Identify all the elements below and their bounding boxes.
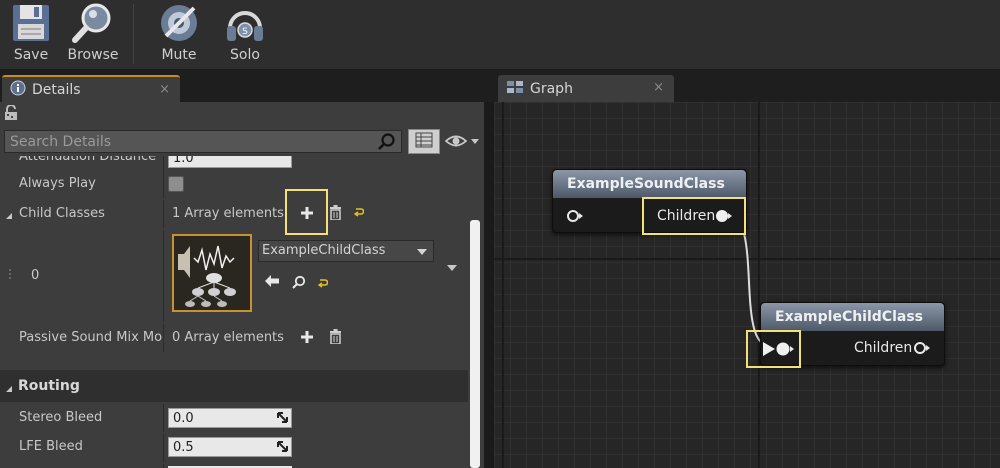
stereo-bleed-field[interactable]: 0.0 [168, 408, 292, 428]
search-icon[interactable] [378, 133, 396, 154]
property-row-attenuation: Attenuation Distance Sc 1.0 [0, 156, 468, 170]
browse-button[interactable]: Browse [62, 0, 124, 68]
mute-label: Mute [161, 47, 197, 63]
tab-details[interactable]: Details × [2, 75, 180, 102]
graph-canvas[interactable]: ExampleSoundClass Children ExampleChildC… [494, 102, 1000, 468]
sound-class-thumbnail[interactable] [172, 234, 252, 312]
search-input[interactable]: Search Details [4, 130, 402, 153]
output-pin-icon[interactable] [913, 341, 931, 358]
eye-icon[interactable] [444, 132, 481, 153]
stereo-bleed-name: Stereo Bleed [19, 410, 103, 425]
property-row-always-play: Always Play [0, 170, 468, 198]
details-tabstrip: Details × [0, 70, 490, 102]
wire-layer [726, 213, 771, 347]
add-element-icon[interactable] [300, 330, 314, 344]
node-title: ExampleSoundClass [567, 176, 725, 192]
close-icon[interactable]: × [653, 80, 664, 95]
node-header: ExampleSoundClass [553, 170, 746, 198]
lfe-bleed-field[interactable]: 0.5 [168, 437, 292, 457]
child-classes-count: 1 Array elements [172, 206, 284, 221]
category-routing[interactable]: Routing [0, 370, 468, 402]
property-row-stereo-bleed: Stereo Bleed 0.0 [0, 404, 468, 432]
element-menu-arrow-icon[interactable] [446, 264, 458, 272]
attenuation-field[interactable]: 1.0 [168, 156, 292, 168]
child-class-dropdown[interactable]: ExampleChildClass [258, 240, 434, 262]
view-options-grid-button[interactable] [408, 129, 440, 154]
trash-icon[interactable] [329, 329, 342, 344]
input-pin-icon[interactable] [566, 209, 584, 226]
always-play-name: Always Play [19, 176, 96, 191]
mute-button[interactable]: Mute [148, 0, 210, 68]
highlight-add-button [285, 189, 328, 235]
node-title: ExampleChildClass [775, 309, 923, 325]
headphones-icon: S [223, 2, 267, 44]
search-placeholder: Search Details [10, 134, 112, 150]
browse-search-icon[interactable] [292, 275, 306, 289]
property-row-child-classes: Child Classes 1 Array elements [0, 200, 468, 228]
passive-count: 0 Array elements [172, 330, 284, 345]
node-header: ExampleChildClass [761, 303, 944, 331]
save-label: Save [13, 47, 49, 63]
svg-text:S: S [242, 27, 248, 37]
property-list: Attenuation Distance Sc 1.0 Always Play … [0, 156, 468, 468]
tab-graph-label: Graph [530, 80, 573, 97]
tab-graph[interactable]: Graph × [498, 75, 674, 102]
info-icon [10, 80, 26, 99]
child-class-selected: ExampleChildClass [262, 243, 386, 258]
passive-name: Passive Sound Mix Mod [19, 330, 163, 345]
chevron-down-icon [417, 249, 427, 255]
lock-icon[interactable] [4, 104, 18, 124]
details-scrollbar[interactable] [470, 220, 480, 468]
close-icon[interactable]: × [159, 82, 170, 97]
output-pin-label: Children [854, 340, 913, 356]
toolbar-separator [133, 4, 134, 64]
use-selected-arrow-icon[interactable] [264, 274, 280, 288]
tab-details-label: Details [32, 81, 81, 98]
solo-button[interactable]: S Solo [214, 0, 276, 68]
graph-icon [506, 80, 524, 97]
floppy-disk-icon [9, 2, 53, 44]
expand-arrow-icon[interactable] [5, 382, 13, 396]
expand-arrow-icon[interactable] [5, 209, 13, 223]
trash-icon[interactable] [329, 205, 342, 220]
lfe-bleed-value: 0.5 [173, 440, 194, 455]
drag-handle-icon[interactable] [8, 268, 12, 285]
property-row-lfe-bleed: LFE Bleed 0.5 [0, 434, 468, 462]
child-classes-name: Child Classes [19, 206, 105, 221]
property-row-passive-sound-mix: Passive Sound Mix Mod 0 Array elements [0, 324, 468, 352]
property-row-clipped [0, 464, 468, 468]
always-play-checkbox[interactable] [168, 176, 184, 192]
attenuation-value: 1.0 [173, 156, 194, 166]
highlight-children-output [642, 197, 746, 235]
lock-row [0, 102, 484, 124]
toolbar: Save Browse Mute S Solo [0, 0, 1000, 70]
reset-arrow-icon[interactable] [354, 207, 364, 217]
solo-label: Solo [230, 47, 260, 63]
stereo-bleed-value: 0.0 [173, 411, 194, 426]
attenuation-name: Attenuation Distance Sc [19, 156, 159, 164]
magnifier-icon [71, 2, 115, 44]
reset-arrow-icon[interactable] [318, 278, 328, 288]
details-panel: Search Details Attenuation Distance 1.0 … [0, 102, 484, 468]
array-element-row: 0 ExampleChildClass [0, 230, 468, 322]
element-index: 0 [31, 268, 40, 283]
highlight-children-input [746, 330, 801, 368]
browse-label: Browse [67, 47, 119, 63]
speaker-mute-icon [157, 2, 201, 44]
routing-title: Routing [18, 378, 80, 394]
save-button[interactable]: Save [0, 0, 62, 68]
grid-icon [415, 132, 433, 151]
lfe-bleed-name: LFE Bleed [19, 439, 83, 454]
